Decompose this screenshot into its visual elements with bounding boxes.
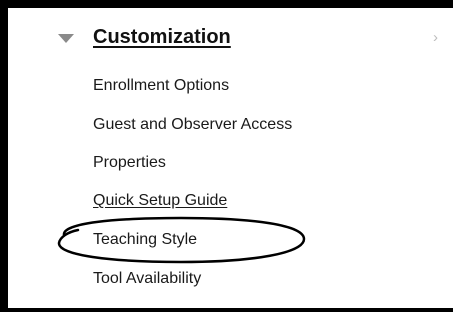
menu-item-teaching-style[interactable]: Teaching Style bbox=[93, 230, 197, 250]
course-menu-panel: Customization › Enrollment Options Guest… bbox=[0, 0, 453, 312]
menu-item-properties[interactable]: Properties bbox=[93, 153, 166, 173]
menu-item-enrollment-options[interactable]: Enrollment Options bbox=[93, 76, 229, 96]
section-header: Customization › bbox=[8, 8, 453, 70]
chevron-right-icon: › bbox=[433, 29, 438, 46]
menu-item-quick-setup-guide[interactable]: Quick Setup Guide bbox=[93, 191, 227, 211]
menu-item-guest-observer-access[interactable]: Guest and Observer Access bbox=[93, 115, 292, 135]
triangle-down-icon[interactable] bbox=[58, 34, 74, 43]
menu-item-tool-availability[interactable]: Tool Availability bbox=[93, 269, 201, 289]
section-title-customization[interactable]: Customization bbox=[93, 26, 231, 49]
